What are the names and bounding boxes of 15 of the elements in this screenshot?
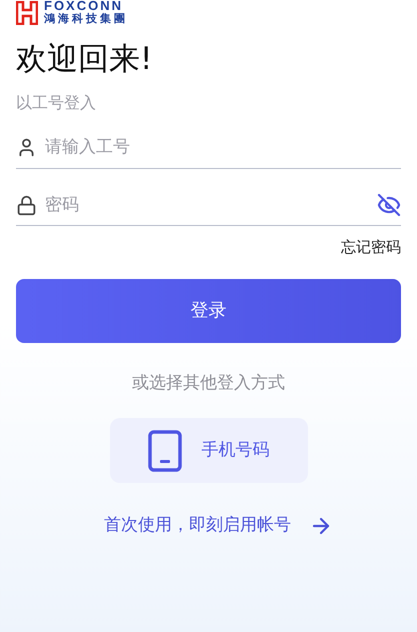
login-button[interactable]: 登录 bbox=[16, 278, 401, 342]
password-field[interactable]: 密码 bbox=[45, 192, 369, 218]
welcome-title: 欢迎回来! bbox=[16, 40, 152, 79]
phone-login-button[interactable]: 手机号码 bbox=[110, 418, 308, 483]
lock-icon bbox=[16, 194, 37, 216]
company-name: 鴻海科技集團 bbox=[44, 12, 128, 25]
username-field[interactable]: 请输入工号 bbox=[45, 135, 401, 160]
activate-account-link[interactable]: 首次使用，即刻启用帐号 bbox=[104, 513, 333, 538]
login-subtitle: 以工号登入 bbox=[16, 92, 96, 114]
phone-icon bbox=[148, 430, 182, 472]
logo-icon bbox=[16, 0, 38, 24]
logo-wordmark: FOXCONN bbox=[44, 0, 124, 12]
alt-login-label: 或选择其他登入方式 bbox=[132, 372, 285, 394]
forgot-password-link[interactable]: 忘记密码 bbox=[341, 236, 401, 258]
eye-off-icon[interactable] bbox=[377, 193, 401, 218]
